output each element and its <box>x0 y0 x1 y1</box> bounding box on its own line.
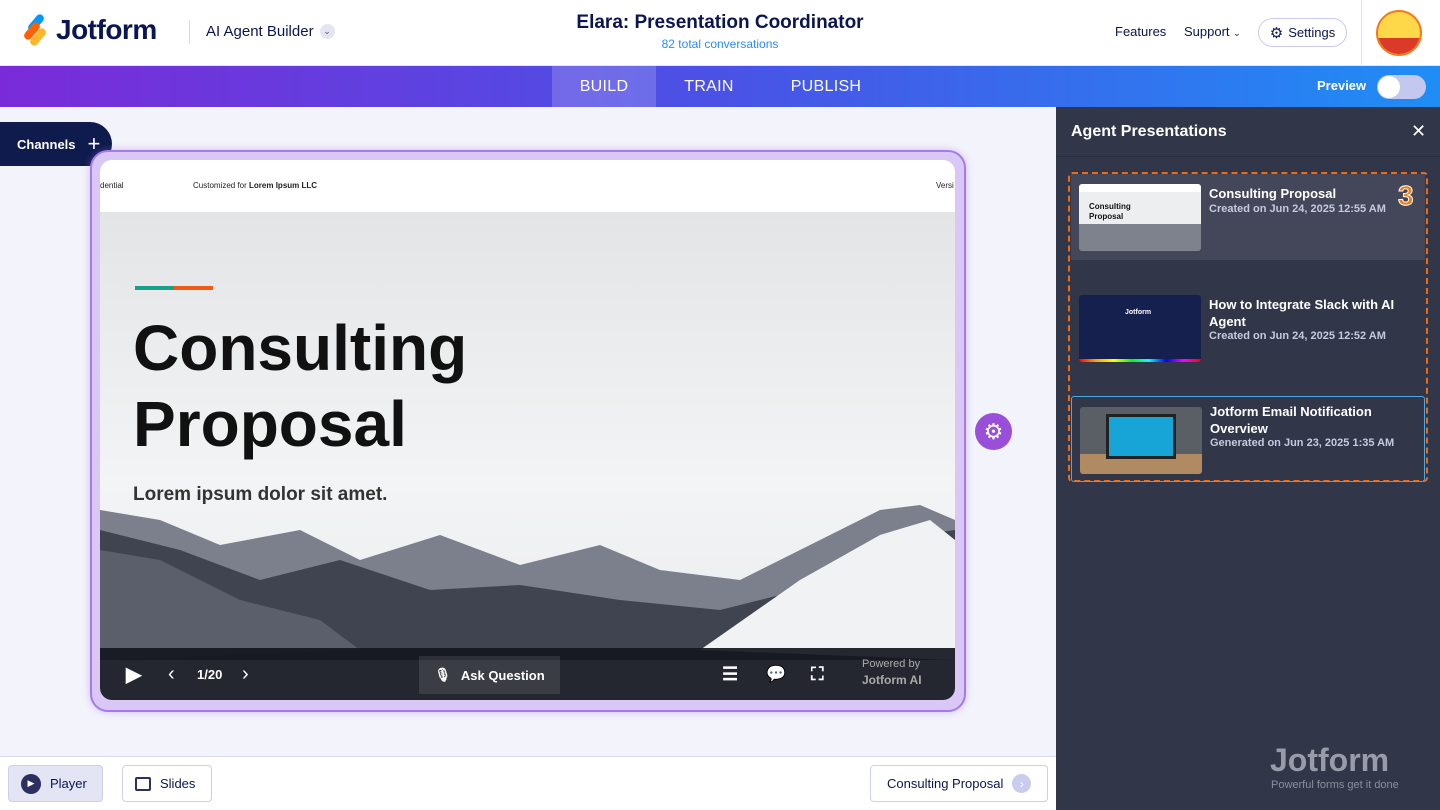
chevron-right-icon: › <box>1012 774 1032 793</box>
thumbnail-title: Consulting Proposal <box>1089 202 1131 221</box>
presentation-date: Generated on Jun 23, 2025 1:35 AM <box>1210 437 1395 449</box>
presentation-slide: dential Customized for Lorem Ipsum LLC V… <box>100 160 955 700</box>
tab-train[interactable]: TRAIN <box>656 66 762 107</box>
presentation-item[interactable]: Consulting Proposal Consulting Proposal … <box>1071 174 1425 260</box>
player-view-button[interactable]: ▶ Player <box>8 765 103 802</box>
customized-label: Customized for <box>193 181 247 190</box>
slide-header-customized: Customized for Lorem Ipsum LLC <box>193 181 317 190</box>
client-name: Lorem Ipsum LLC <box>249 181 318 190</box>
ask-question-label: Ask Question <box>460 667 545 683</box>
player-label: Player <box>50 776 87 791</box>
features-link[interactable]: Features <box>1115 24 1166 39</box>
powered-by[interactable]: Powered by Jotform AI <box>862 656 922 688</box>
conversation-count[interactable]: 82 total conversations <box>620 37 820 51</box>
count-badge: 3 <box>1398 180 1415 212</box>
thumbnail-title: Jotform <box>1125 309 1152 316</box>
preview-label: Preview <box>1317 78 1367 93</box>
jotform-watermark: Jotform Powerful forms get it done <box>1234 742 1399 791</box>
presentation-date: Created on Jun 24, 2025 12:52 AM <box>1209 330 1386 342</box>
play-icon[interactable]: ▶ <box>126 648 141 700</box>
channels-label: Channels <box>17 136 76 152</box>
support-menu[interactable]: Support ⌄ <box>1184 24 1241 39</box>
bottom-bar: ▶ Player Slides Consulting Proposal › <box>0 756 1056 810</box>
powered-brand: Jotform AI <box>862 673 922 687</box>
slide-header: dential Customized for Lorem Ipsum LLC V… <box>100 160 955 212</box>
builder-nav: BUILD TRAIN PUBLISH Preview <box>0 66 1440 107</box>
next-slide-icon[interactable]: › <box>242 648 249 700</box>
agent-presentations-panel: Agent Presentations ✕ Consulting Proposa… <box>1056 107 1440 810</box>
close-icon[interactable]: ✕ <box>1411 121 1426 142</box>
avatar[interactable] <box>1376 10 1422 56</box>
current-presentation-button[interactable]: Consulting Proposal › <box>870 765 1048 802</box>
support-label: Support <box>1184 24 1230 39</box>
mountain-image <box>100 505 955 660</box>
slides-label: Slides <box>160 776 196 791</box>
presentation-thumbnail: Consulting Proposal <box>1079 184 1201 251</box>
gear-icon: ⚙ <box>1269 24 1284 42</box>
tab-publish[interactable]: PUBLISH <box>762 66 890 107</box>
play-circle-icon: ▶ <box>21 773 41 794</box>
fullscreen-icon[interactable]: ⛶ <box>811 648 824 700</box>
ask-question-button[interactable]: 🎙 Ask Question <box>419 656 560 694</box>
tab-build[interactable]: BUILD <box>552 66 656 107</box>
player-controls: ▶ ‹ 1/20 › 🎙 Ask Question ☰ 💬 ⛶ Powered b… <box>100 648 955 700</box>
slides-view-button[interactable]: Slides <box>122 765 212 802</box>
divider <box>1361 0 1362 66</box>
presentation-name: How to Integrate Slack with AI Agent <box>1209 297 1395 329</box>
page-indicator: 1/20 <box>197 666 223 682</box>
settings-button[interactable]: ⚙ Settings <box>1258 18 1347 47</box>
slide-title: Consulting Proposal <box>133 310 467 462</box>
gear-icon: ⚙ <box>983 418 1004 444</box>
presentation-settings-button[interactable]: ⚙ <box>975 413 1012 450</box>
panel-title: Agent Presentations <box>1056 107 1440 157</box>
accent-bar <box>135 286 213 290</box>
chat-icon[interactable]: 💬 <box>766 648 786 700</box>
watermark-tagline: Powerful forms get it done <box>1271 779 1399 791</box>
presentation-name: Consulting Proposal <box>1209 186 1337 201</box>
powered-by-label: Powered by <box>862 658 921 670</box>
presentation-date: Created on Jun 24, 2025 12:55 AM <box>1209 203 1386 215</box>
preview-toggle[interactable] <box>1377 75 1426 99</box>
slide-header-right: Versi <box>936 181 954 190</box>
presentation-item[interactable]: Jotform How to Integrate Slack with AI A… <box>1071 285 1425 371</box>
slide-title-line: Proposal <box>133 388 407 460</box>
top-header: Jotform AI Agent Builder ⌄ Elara: Present… <box>0 0 1440 66</box>
presentation-list: Consulting Proposal Consulting Proposal … <box>1068 172 1428 482</box>
list-icon[interactable]: ☰ <box>722 648 738 700</box>
slide-title-line: Consulting <box>133 312 468 384</box>
watermark-brand: Jotform <box>1270 742 1390 778</box>
presentation-thumbnail: Jotform <box>1079 295 1201 362</box>
microphone-icon: 🎙 <box>434 667 451 682</box>
previous-slide-icon[interactable]: ‹ <box>168 648 175 700</box>
current-presentation-label: Consulting Proposal <box>887 776 1004 791</box>
presentation-thumbnail <box>1080 407 1202 474</box>
presentation-item[interactable]: Jotform Email Notification Overview Gene… <box>1071 396 1425 482</box>
slides-icon <box>135 776 151 791</box>
slide-header-left: dential <box>100 181 124 190</box>
slide-subtitle: Lorem ipsum dolor sit amet. <box>133 484 388 505</box>
settings-label: Settings <box>1288 25 1336 40</box>
chevron-down-icon: ⌄ <box>1233 28 1241 38</box>
presentation-name: Jotform Email Notification Overview <box>1210 404 1372 436</box>
